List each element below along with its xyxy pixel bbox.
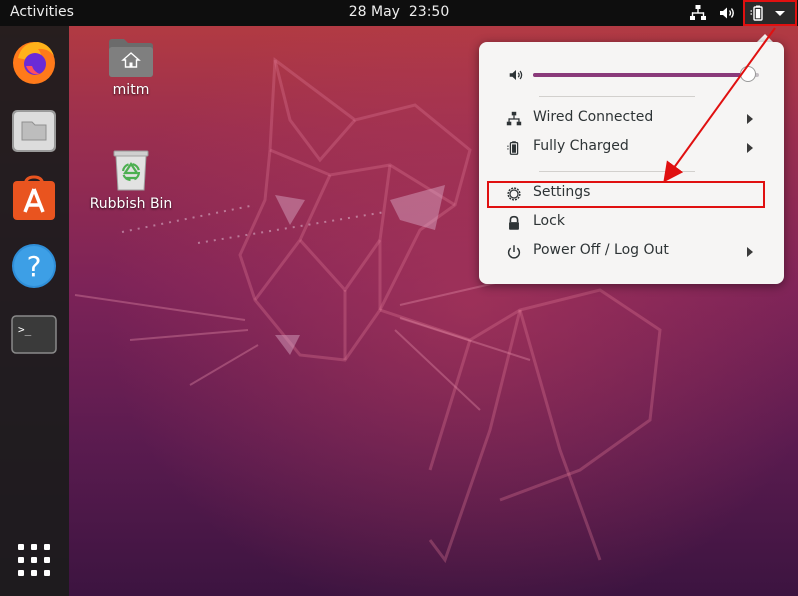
svg-text:?: ?	[27, 250, 42, 283]
desktop-icon-label: mitm	[112, 82, 150, 98]
clock-date: 28 May	[348, 4, 400, 20]
desktop-icon-label: Rubbish Bin	[89, 196, 173, 212]
software-store-icon[interactable]	[8, 172, 60, 224]
menu-separator	[539, 96, 695, 97]
clock-time: 23:50	[408, 4, 450, 20]
submenu-arrow-icon	[747, 114, 753, 124]
terminal-prompt-text: >_	[18, 323, 32, 336]
battery-icon[interactable]	[748, 3, 768, 23]
system-menu: Wired Connected Fully Charged Settings L…	[479, 42, 784, 284]
activities-button[interactable]: Activities	[10, 4, 74, 20]
top-bar: Activities 28 May 23:50	[0, 0, 798, 26]
files-icon[interactable]	[8, 104, 60, 156]
chevron-down-icon[interactable]	[770, 3, 790, 23]
dock: ? >_	[0, 26, 69, 596]
power-icon	[507, 245, 521, 259]
battery-icon	[507, 141, 519, 155]
menu-item-settings[interactable]: Settings	[479, 180, 784, 208]
volume-icon[interactable]	[717, 3, 737, 23]
menu-separator	[539, 171, 695, 172]
volume-slider[interactable]	[533, 65, 759, 85]
menu-item-label: Settings	[533, 184, 591, 200]
menu-item-power-off-log-out[interactable]: Power Off / Log Out	[479, 238, 784, 266]
menu-item-label: Wired Connected	[533, 109, 654, 125]
help-icon[interactable]: ?	[8, 240, 60, 292]
network-wired-icon	[506, 111, 522, 126]
desktop-icon-home-folder[interactable]: mitm	[81, 38, 181, 98]
menu-item-label: Fully Charged	[533, 138, 629, 154]
firefox-icon[interactable]	[8, 36, 60, 88]
terminal-icon[interactable]: >_	[8, 308, 60, 360]
clock-button[interactable]: 28 May 23:50	[349, 4, 449, 20]
trash-icon	[113, 150, 149, 191]
desktop-icon-rubbish-bin[interactable]: Rubbish Bin	[81, 148, 181, 212]
gear-icon	[507, 187, 521, 201]
menu-item-label: Power Off / Log Out	[533, 242, 669, 258]
show-applications-icon[interactable]	[16, 542, 52, 578]
clock: 28 May 23:50	[0, 4, 798, 20]
home-folder-icon	[109, 39, 153, 77]
volume-icon	[509, 70, 523, 80]
volume-slider-knob[interactable]	[739, 66, 756, 82]
menu-item-wired-connected[interactable]: Wired Connected	[479, 105, 784, 133]
menu-item-label: Lock	[533, 213, 565, 229]
menu-item-lock[interactable]: Lock	[479, 209, 784, 237]
submenu-arrow-icon	[747, 247, 753, 257]
network-wired-icon[interactable]	[688, 3, 708, 23]
volume-slider-fill	[533, 73, 748, 77]
lock-icon	[509, 215, 519, 230]
submenu-arrow-icon	[747, 143, 753, 153]
menu-item-fully-charged[interactable]: Fully Charged	[479, 134, 784, 162]
